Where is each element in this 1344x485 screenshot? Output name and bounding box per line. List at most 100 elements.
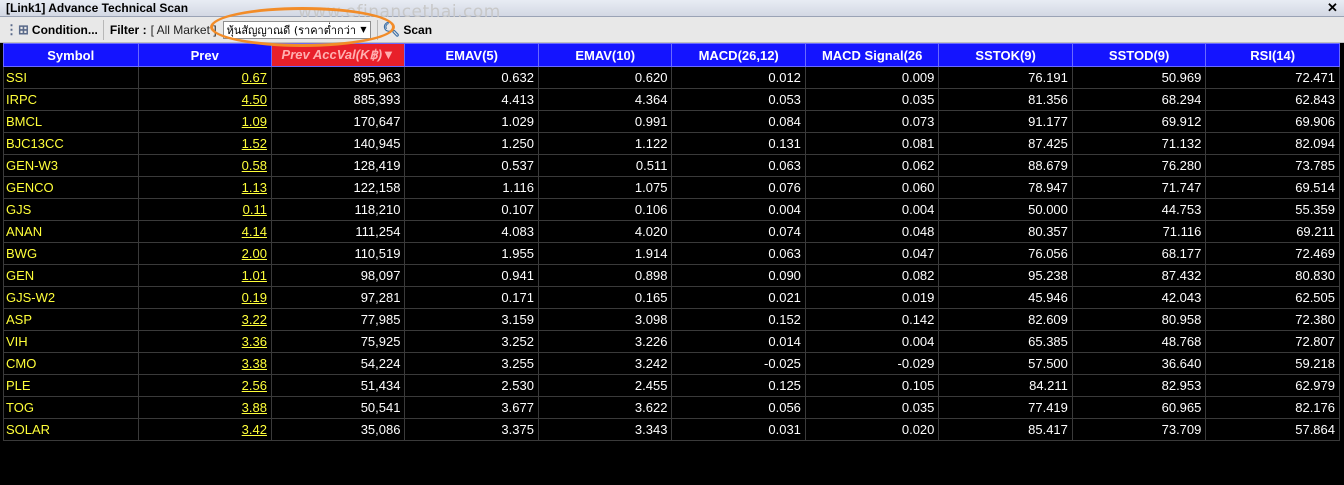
close-icon[interactable]: ✕ — [1327, 1, 1338, 14]
prev-price-link[interactable]: 1.09 — [137, 110, 272, 133]
column-header[interactable]: Symbol — [3, 43, 139, 67]
prev-price-link[interactable]: 1.13 — [137, 176, 272, 199]
table-cell: 1.029 — [404, 110, 539, 133]
prev-price-link[interactable]: 2.56 — [137, 374, 272, 397]
table-row[interactable]: BMCL 1.09 170,647 1.029 0.991 0.084 0.073 91.17… — [3, 110, 1340, 133]
table-cell: -0.025 — [671, 352, 806, 375]
column-header[interactable]: Prev AccVal(K฿)▼ — [270, 43, 406, 67]
column-header[interactable]: EMAV(10) — [537, 43, 673, 67]
table-cell: 97,281 — [270, 286, 406, 309]
table-cell: 885,393 — [270, 88, 406, 111]
table-row[interactable]: GJS 0.11 118,210 0.107 0.106 0.004 0.004 50.000… — [3, 198, 1340, 221]
table-cell: 0.142 — [804, 308, 940, 331]
prev-price-link[interactable]: 3.22 — [137, 308, 272, 331]
condition-button[interactable]: ⋮⊞ Condition... — [0, 19, 104, 40]
table-cell: 0.165 — [537, 286, 673, 309]
table-cell: 0.620 — [537, 66, 673, 89]
column-header[interactable]: SSTOK(9) — [938, 43, 1073, 67]
column-header[interactable]: Prev — [137, 43, 272, 67]
table-row[interactable]: PLE 2.56 51,434 2.530 2.455 0.125 0.105 84.211 8… — [3, 374, 1340, 397]
table-cell: 4.083 — [404, 220, 539, 243]
table-cell: 1.250 — [404, 132, 539, 155]
table-cell: 72.807 — [1205, 330, 1340, 353]
prev-price-link[interactable]: 3.38 — [137, 352, 272, 375]
table-row[interactable]: SSI 0.67 895,963 0.632 0.620 0.012 0.009 76.191… — [3, 66, 1340, 89]
table-cell: 0.106 — [537, 198, 673, 221]
table-row[interactable]: IRPC 4.50 885,393 4.413 4.364 0.053 0.035 81.35… — [3, 88, 1340, 111]
table-row[interactable]: BWG 2.00 110,519 1.955 1.914 0.063 0.047 76.056… — [3, 242, 1340, 265]
scan-results-table: Symbol Prev Prev AccVal(K฿)▼ EMAV(5) EMAV(10… — [3, 43, 1340, 441]
prev-price-link[interactable]: 3.36 — [137, 330, 272, 353]
table-cell: 95.238 — [938, 264, 1073, 287]
table-row[interactable]: ANAN 4.14 111,254 4.083 4.020 0.074 0.048 80.35… — [3, 220, 1340, 243]
table-cell: 84.211 — [938, 374, 1073, 397]
table-row[interactable]: ASP 3.22 77,985 3.159 3.098 0.152 0.142 82.609 8… — [3, 308, 1340, 331]
table-cell: 0.991 — [537, 110, 673, 133]
table-cell: 0.062 — [804, 154, 940, 177]
table-row[interactable]: GEN 1.01 98,097 0.941 0.898 0.090 0.082 95.238 8… — [3, 264, 1340, 287]
table-cell: 0.941 — [404, 264, 539, 287]
table-cell: 57.864 — [1205, 418, 1340, 441]
prev-price-link[interactable]: 0.67 — [137, 66, 272, 89]
table-cell: 0.074 — [671, 220, 806, 243]
table-cell: 76.191 — [938, 66, 1073, 89]
table-row[interactable]: GENCO 1.13 122,158 1.116 1.075 0.076 0.060 78.9… — [3, 176, 1340, 199]
table-cell: 1.116 — [404, 176, 539, 199]
table-cell: 3.255 — [404, 352, 539, 375]
table-cell: 0.125 — [671, 374, 806, 397]
table-cell: 0.014 — [671, 330, 806, 353]
search-icon: 🔍︎ — [382, 21, 401, 37]
table-row[interactable]: GEN-W3 0.58 128,419 0.537 0.511 0.063 0.062 88.… — [3, 154, 1340, 177]
column-header[interactable]: RSI(14) — [1205, 43, 1340, 67]
prev-price-link[interactable]: 3.42 — [137, 418, 272, 441]
column-header[interactable]: SSTOD(9) — [1071, 43, 1207, 67]
symbol-cell: PLE — [3, 374, 139, 397]
table-row[interactable]: TOG 3.88 50,541 3.677 3.622 0.056 0.035 77.419 6… — [3, 396, 1340, 419]
column-header[interactable]: EMAV(5) — [404, 43, 539, 67]
table-cell: 0.898 — [537, 264, 673, 287]
table-cell: 36.640 — [1071, 352, 1207, 375]
column-header[interactable]: MACD Signal(26 — [804, 43, 940, 67]
table-cell: 71.132 — [1071, 132, 1207, 155]
table-cell: 0.056 — [671, 396, 806, 419]
table-cell: 87.425 — [938, 132, 1073, 155]
toolbar: ⋮⊞ Condition... Filter : [ All Market ] … — [0, 7, 1344, 47]
table-row[interactable]: GJS-W2 0.19 97,281 0.171 0.165 0.021 0.019 45.9… — [3, 286, 1340, 309]
table-cell: 0.019 — [804, 286, 940, 309]
table-row[interactable]: BJC13CC 1.52 140,945 1.250 1.122 0.131 0.081 87… — [3, 132, 1340, 155]
table-row[interactable]: SOLAR 3.42 35,086 3.375 3.343 0.031 0.020 85.41… — [3, 418, 1340, 441]
condition-icon: ⋮⊞ — [5, 21, 29, 37]
table-cell: 0.537 — [404, 154, 539, 177]
prev-price-link[interactable]: 0.11 — [137, 198, 272, 221]
table-cell: 0.511 — [537, 154, 673, 177]
filter-label: Filter : — [109, 22, 147, 37]
prev-price-link[interactable]: 4.50 — [137, 88, 272, 111]
prev-price-link[interactable]: 0.19 — [137, 286, 272, 309]
table-cell: 0.047 — [804, 242, 940, 265]
table-cell: 0.012 — [671, 66, 806, 89]
strategy-select[interactable]: หุ้นสัญญาณดี (ราคาต่ำกว่า 5 ▼ — [222, 20, 371, 39]
prev-price-link[interactable]: 3.88 — [137, 396, 272, 419]
table-cell: 3.098 — [537, 308, 673, 331]
table-row[interactable]: CMO 3.38 54,224 3.255 3.242 -0.025 -0.029 57.50… — [3, 352, 1340, 375]
title-bar[interactable]: [Link1] Advance Technical Scan ✕ — [0, 0, 1344, 17]
table-cell: 0.105 — [804, 374, 940, 397]
table-cell: 0.004 — [671, 198, 806, 221]
table-cell: 0.063 — [671, 154, 806, 177]
table-cell: 2.455 — [537, 374, 673, 397]
table-cell: 87.432 — [1071, 264, 1207, 287]
table-row[interactable]: VIH 3.36 75,925 3.252 3.226 0.014 0.004 65.385 4… — [3, 330, 1340, 353]
prev-price-link[interactable]: 1.52 — [137, 132, 272, 155]
table-cell: 76.056 — [938, 242, 1073, 265]
prev-price-link[interactable]: 4.14 — [137, 220, 272, 243]
prev-price-link[interactable]: 0.58 — [137, 154, 272, 177]
chevron-down-icon[interactable]: ▼ — [360, 25, 366, 34]
table-cell: 44.753 — [1071, 198, 1207, 221]
prev-price-link[interactable]: 1.01 — [137, 264, 272, 287]
column-header[interactable]: MACD(26,12) — [671, 43, 806, 67]
symbol-cell: GJS — [3, 198, 139, 221]
table-cell: 75,925 — [270, 330, 406, 353]
scan-button[interactable]: 🔍︎ Scan — [376, 19, 437, 40]
market-filter-value[interactable]: [ All Market ] — [151, 23, 217, 37]
prev-price-link[interactable]: 2.00 — [137, 242, 272, 265]
